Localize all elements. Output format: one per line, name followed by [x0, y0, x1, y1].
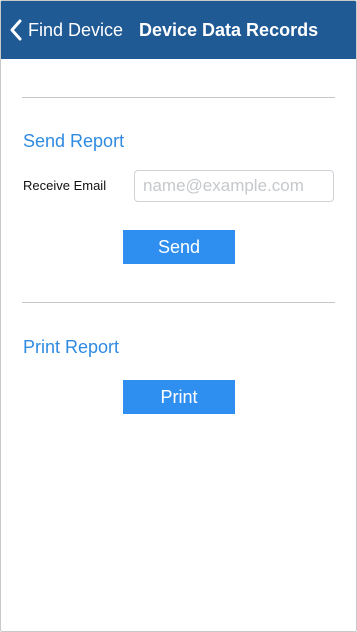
print-report-title: Print Report [23, 337, 120, 357]
back-button[interactable]: Find Device [9, 1, 123, 59]
navigation-bar: Find Device Device Data Records [1, 1, 356, 59]
page-title: Device Data Records [139, 20, 319, 40]
back-button-label: Find Device [28, 19, 124, 40]
print-button[interactable]: Print [123, 380, 235, 414]
email-field[interactable] [134, 170, 334, 202]
receive-email-label: Receive Email [23, 178, 107, 193]
section-divider [22, 302, 335, 303]
chevron-left-icon [9, 19, 23, 41]
send-button[interactable]: Send [123, 230, 235, 264]
section-divider [22, 97, 335, 98]
app-screen: Find Device Device Data Records Send Rep… [0, 0, 357, 632]
send-report-title: Send Report [23, 131, 125, 151]
